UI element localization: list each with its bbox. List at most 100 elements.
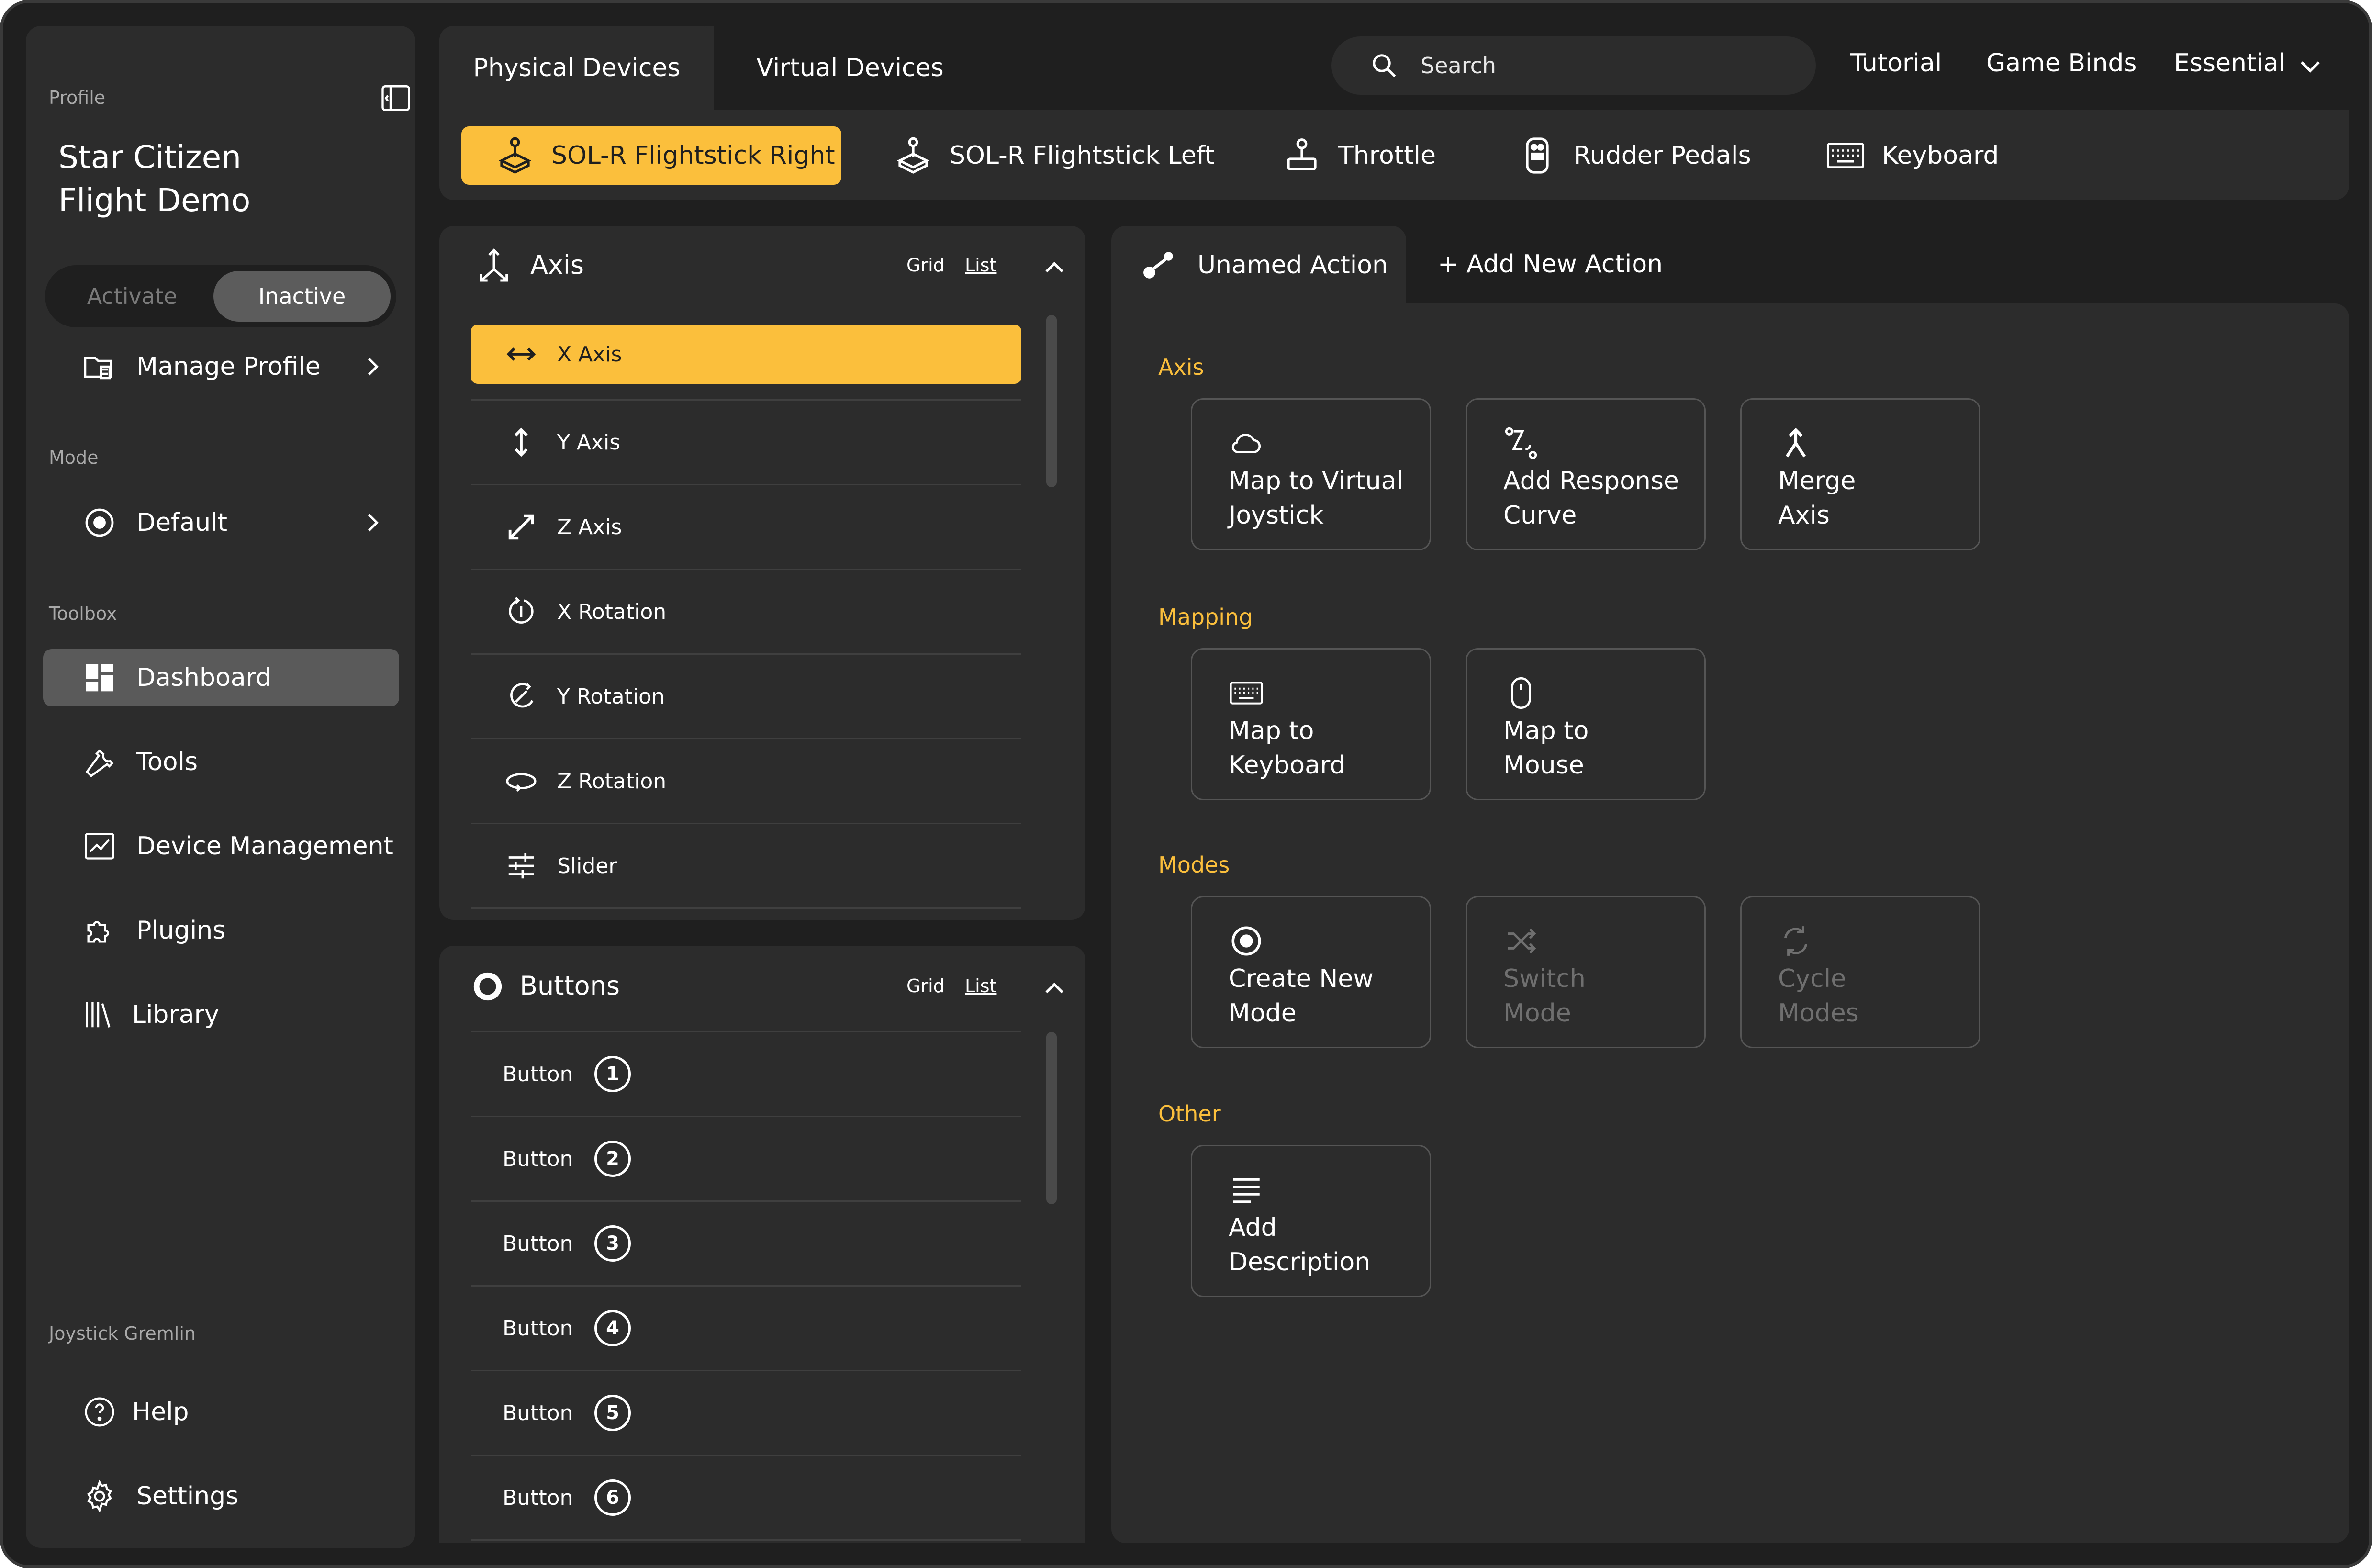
mode-selector[interactable]: Default — [43, 494, 399, 551]
list-item-button[interactable]: Button 4 — [471, 1287, 1021, 1371]
throttle-icon — [1287, 138, 1317, 170]
add-description-card[interactable]: Add Description — [1191, 1145, 1431, 1297]
folder-icon — [81, 348, 118, 385]
sidebar-item-library[interactable]: Library — [43, 986, 399, 1043]
grid-view-toggle[interactable]: Grid — [906, 255, 945, 276]
button-label: Button — [503, 1062, 573, 1086]
list-item-label: X Rotation — [557, 599, 667, 624]
sidebar-item-settings[interactable]: Settings — [43, 1467, 399, 1525]
chevron-down-icon[interactable] — [2297, 54, 2323, 79]
sidebar-item-dashboard[interactable]: Dashboard — [43, 649, 399, 706]
axis-scrollbar[interactable] — [1046, 315, 1057, 487]
create-new-mode-card[interactable]: Create New Mode — [1191, 896, 1431, 1048]
card-label-line: Keyboard — [1229, 751, 1346, 780]
map-to-mouse-card[interactable]: Map to Mouse — [1466, 648, 1706, 800]
card-label-line: Joystick — [1229, 501, 1324, 530]
sidebar-item-label: Device Management — [136, 832, 393, 861]
sidebar-item-plugins[interactable]: Plugins — [43, 902, 399, 959]
add-response-curve-card[interactable]: Add Response Curve — [1466, 398, 1706, 550]
device-tab-keyboard[interactable]: Keyboard — [1825, 126, 1999, 185]
sidebar-toggle-icon[interactable] — [380, 82, 412, 114]
merge-axis-card[interactable]: Merge Axis — [1740, 398, 1980, 550]
keyboard-icon — [1826, 143, 1865, 168]
help-icon — [81, 1394, 118, 1430]
device-tab-label: SOL-R Flightstick Right — [551, 141, 835, 170]
card-label-line: Curve — [1503, 501, 1577, 530]
section-label-mapping: Mapping — [1158, 604, 1253, 630]
search-input[interactable]: Search — [1331, 36, 1816, 95]
grid-view-toggle[interactable]: Grid — [906, 975, 945, 997]
list-view-toggle[interactable]: List — [965, 975, 996, 997]
button-label: Button — [503, 1316, 573, 1341]
merge-icon — [1785, 427, 1806, 458]
profile-label: Profile — [49, 87, 106, 108]
device-tab-throttle[interactable]: Throttle — [1282, 126, 1436, 185]
wrench-icon — [81, 744, 118, 780]
tab-unamed-action[interactable]: Unamed Action — [1111, 226, 1406, 304]
tab-virtual-devices[interactable]: Virtual Devices — [735, 26, 965, 110]
card-label-line: Add Response — [1503, 467, 1679, 495]
tab-physical-devices[interactable]: Physical Devices — [439, 26, 714, 110]
list-view-toggle[interactable]: List — [965, 255, 996, 276]
essential-dropdown[interactable]: Essential — [2174, 49, 2285, 78]
list-item-x-axis[interactable]: X Axis — [471, 325, 1021, 384]
device-tab-flightstick-left[interactable]: SOL-R Flightstick Left — [893, 126, 1215, 185]
device-tab-rudder-pedals[interactable]: Rudder Pedals — [1517, 126, 1751, 185]
list-item-button[interactable]: Button 6 — [471, 1456, 1021, 1541]
map-to-virtual-joystick-card[interactable]: Map to Virtual Joystick — [1191, 398, 1431, 550]
curve-icon — [1505, 427, 1537, 459]
list-item-y-rotation[interactable]: Y Rotation — [471, 655, 1021, 739]
inactive-option[interactable]: Inactive — [213, 271, 391, 322]
button-number-badge: 1 — [594, 1056, 631, 1092]
map-to-keyboard-card[interactable]: Map to Keyboard — [1191, 648, 1431, 800]
card-label-line: Add — [1229, 1213, 1277, 1242]
button-number-badge: 4 — [594, 1310, 631, 1346]
add-new-action-button[interactable]: + Add New Action — [1438, 250, 1663, 279]
sidebar-item-label: Help — [132, 1398, 189, 1426]
chart-icon — [81, 828, 118, 864]
rotate-z-icon — [504, 764, 538, 798]
tutorial-link[interactable]: Tutorial — [1850, 49, 1942, 78]
card-label-line: Mouse — [1503, 751, 1584, 780]
device-tab-label: SOL-R Flightstick Left — [950, 141, 1215, 170]
card-label-line: Map to — [1503, 717, 1589, 745]
list-item-x-rotation[interactable]: X Rotation — [471, 570, 1021, 655]
action-node-icon — [1143, 252, 1173, 279]
list-item-z-rotation[interactable]: Z Rotation — [471, 739, 1021, 824]
chevron-up-icon[interactable] — [1042, 976, 1066, 1000]
manage-profile-item[interactable]: Manage Profile — [43, 338, 399, 395]
sidebar-item-help[interactable]: Help — [43, 1383, 399, 1441]
buttons-scrollbar[interactable] — [1046, 1032, 1057, 1204]
sidebar-item-device-management[interactable]: Device Management — [43, 818, 399, 875]
list-item-button[interactable]: Button 2 — [471, 1117, 1021, 1202]
activation-toggle[interactable]: Activate Inactive — [45, 265, 396, 327]
activate-option[interactable]: Activate — [51, 271, 213, 322]
switch-mode-card: Switch Mode — [1466, 896, 1706, 1048]
row-divider — [471, 396, 1021, 401]
list-item-button[interactable]: Button 3 — [471, 1202, 1021, 1287]
device-tab-label: Keyboard — [1882, 141, 1999, 170]
game-binds-link[interactable]: Game Binds — [1986, 49, 2137, 78]
device-tab-flightstick-right[interactable]: SOL-R Flightstick Right — [461, 126, 841, 185]
sidebar-item-tools[interactable]: Tools — [43, 733, 399, 791]
cloud-icon — [1231, 434, 1261, 453]
card-label-line: Description — [1229, 1248, 1371, 1277]
list-item-button[interactable]: Button 5 — [471, 1371, 1021, 1456]
chevron-up-icon[interactable] — [1042, 256, 1066, 280]
pedals-icon — [1526, 137, 1549, 174]
axis-panel-title: Axis — [530, 250, 584, 280]
list-item-label: X Axis — [557, 342, 622, 367]
rotate-y-icon — [504, 680, 538, 713]
joystick-icon — [897, 137, 929, 174]
list-item-slider[interactable]: Slider — [471, 824, 1021, 909]
card-label-line: Map to — [1229, 717, 1314, 745]
profile-name: Star Citizen Flight Demo — [58, 136, 250, 222]
toolbox-label: Toolbox — [49, 603, 117, 624]
list-item-button[interactable]: Button 1 — [471, 1032, 1021, 1117]
list-item-z-axis[interactable]: Z Axis — [471, 485, 1021, 570]
list-item-y-axis[interactable]: Y Axis — [471, 401, 1021, 485]
cycle-icon — [1784, 926, 1808, 956]
profile-name-line1: Star Citizen — [58, 139, 242, 176]
axis-panel: Axis Grid List X Axis Y Axis Z Axis X Ro… — [439, 226, 1085, 920]
app-window: Profile Star Citizen Flight Demo Activat… — [0, 0, 2372, 1568]
